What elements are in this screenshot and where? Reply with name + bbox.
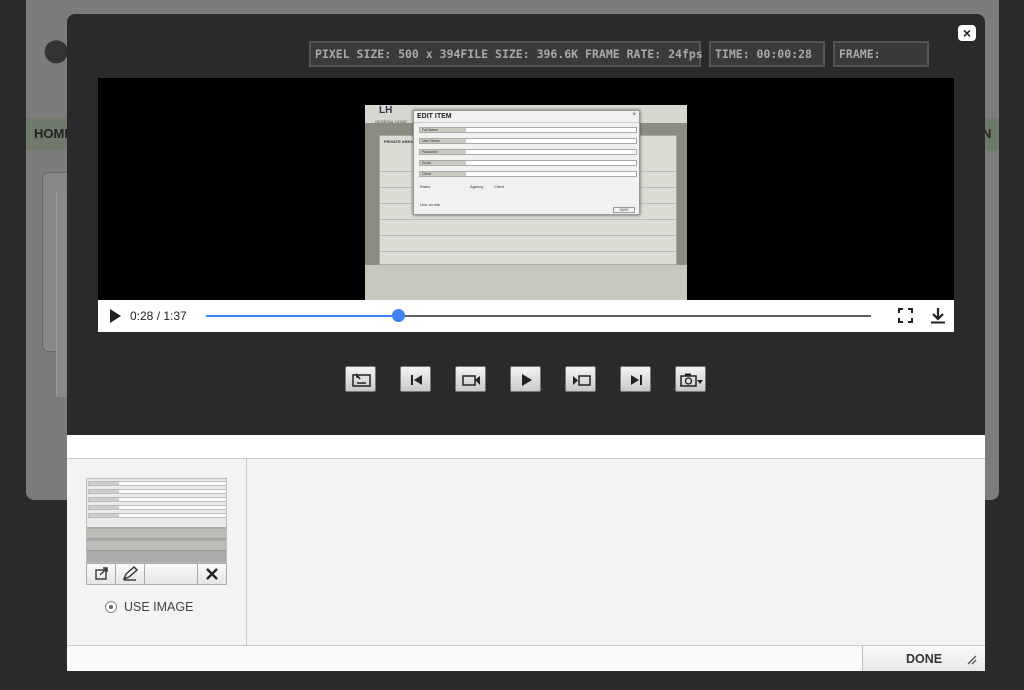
close-icon[interactable]: ×: [958, 25, 976, 41]
open-image-button[interactable]: [87, 564, 116, 584]
step-frame-button[interactable]: [565, 366, 596, 392]
last-frame-icon: [631, 375, 642, 385]
thumb-row: [87, 529, 226, 539]
fullscreen-icon[interactable]: [898, 308, 913, 323]
thumb-field: [88, 505, 226, 510]
frame-live-label: Live on site: [420, 202, 441, 207]
download-icon[interactable]: [930, 307, 946, 324]
frame-heading: PRIVATE AREA: [384, 139, 414, 144]
frame-dialog-title: EDIT ITEM: [414, 111, 639, 123]
modal-footer: [67, 645, 985, 671]
frame-field: Full Name: [419, 127, 637, 133]
frame-footer: [365, 265, 687, 300]
frame-roles-label: Roles: [420, 184, 431, 189]
last-frame-button[interactable]: [620, 366, 651, 392]
frame-row: [380, 236, 676, 252]
camera-menu-icon: [680, 373, 703, 387]
frame-role-option: Agency: [470, 184, 484, 189]
frame-info: FRAME:: [833, 41, 929, 67]
delete-x-icon: [206, 568, 218, 580]
frame-field: Password: [419, 149, 637, 155]
play-frame-icon: [522, 374, 532, 386]
set-poster-icon: [352, 372, 371, 387]
frame-field: User Name: [419, 138, 637, 144]
frame-field: Email: [419, 160, 637, 166]
play-icon[interactable]: [110, 309, 121, 323]
thumb-field: [88, 481, 226, 486]
set-poster-button[interactable]: [345, 366, 376, 392]
record-icon: [462, 375, 480, 386]
frame-tabs: GENERAL HOME: [375, 119, 408, 124]
use-image-option[interactable]: USE IMAGE: [105, 600, 193, 614]
resize-handle-icon[interactable]: [967, 655, 977, 665]
file-size-text: FILE SIZE: 396.6K: [460, 47, 579, 61]
frame-thumbnail[interactable]: [86, 478, 227, 563]
use-image-label: USE IMAGE: [124, 600, 194, 614]
pixel-size-text: PIXEL SIZE: 500 x 394: [315, 47, 461, 61]
thumb-tool-spacer: [145, 564, 198, 584]
first-frame-button[interactable]: [400, 366, 431, 392]
pencil-icon: [122, 566, 139, 581]
pixel-file-rate-info: PIXEL SIZE: 500 x 394FILE SIZE: 396.6K F…: [309, 41, 703, 67]
step-frame-icon: [573, 375, 591, 386]
thumb-table: [87, 527, 226, 562]
edit-image-button[interactable]: [116, 564, 145, 584]
frame-select: Client: [419, 171, 637, 177]
time-info: TIME: 00:00:28: [709, 41, 825, 67]
video-info-bar: PIXEL SIZE: 500 x 394FILE SIZE: 396.6K F…: [309, 41, 929, 67]
frame-logo: LH: [379, 105, 393, 116]
frame-rate-text: FRAME RATE: 24fps: [585, 47, 703, 61]
thumb-field: [88, 489, 226, 494]
first-frame-icon: [411, 375, 422, 385]
thumb-row: [87, 541, 226, 551]
frame-row: [380, 220, 676, 236]
record-button[interactable]: [455, 366, 486, 392]
video-frame-image: LH GENERAL HOME PRIVATE AREA EDIT ITEM ×…: [365, 105, 687, 300]
thumbnail-toolbar: [86, 563, 227, 585]
thumb-field: [88, 497, 226, 502]
frame-role-option: Client: [494, 184, 505, 189]
time-display: 0:28 / 1:37: [130, 309, 187, 323]
play-frame-button[interactable]: [510, 366, 541, 392]
delete-image-button[interactable]: [198, 564, 226, 584]
camera-menu-button[interactable]: [675, 366, 706, 392]
use-image-radio[interactable]: [105, 601, 117, 613]
thumb-field: [88, 513, 226, 518]
frame-save-button: SAVE: [613, 207, 635, 213]
frame-edit-dialog: EDIT ITEM × Full Name User Name Password…: [413, 110, 640, 215]
seek-handle[interactable]: [391, 309, 405, 322]
open-external-icon: [95, 567, 108, 580]
seek-track[interactable]: [206, 315, 871, 317]
seek-progress: [206, 315, 399, 317]
lower-divider-bar: [67, 435, 985, 459]
frame-dialog-close-icon: ×: [632, 112, 636, 118]
